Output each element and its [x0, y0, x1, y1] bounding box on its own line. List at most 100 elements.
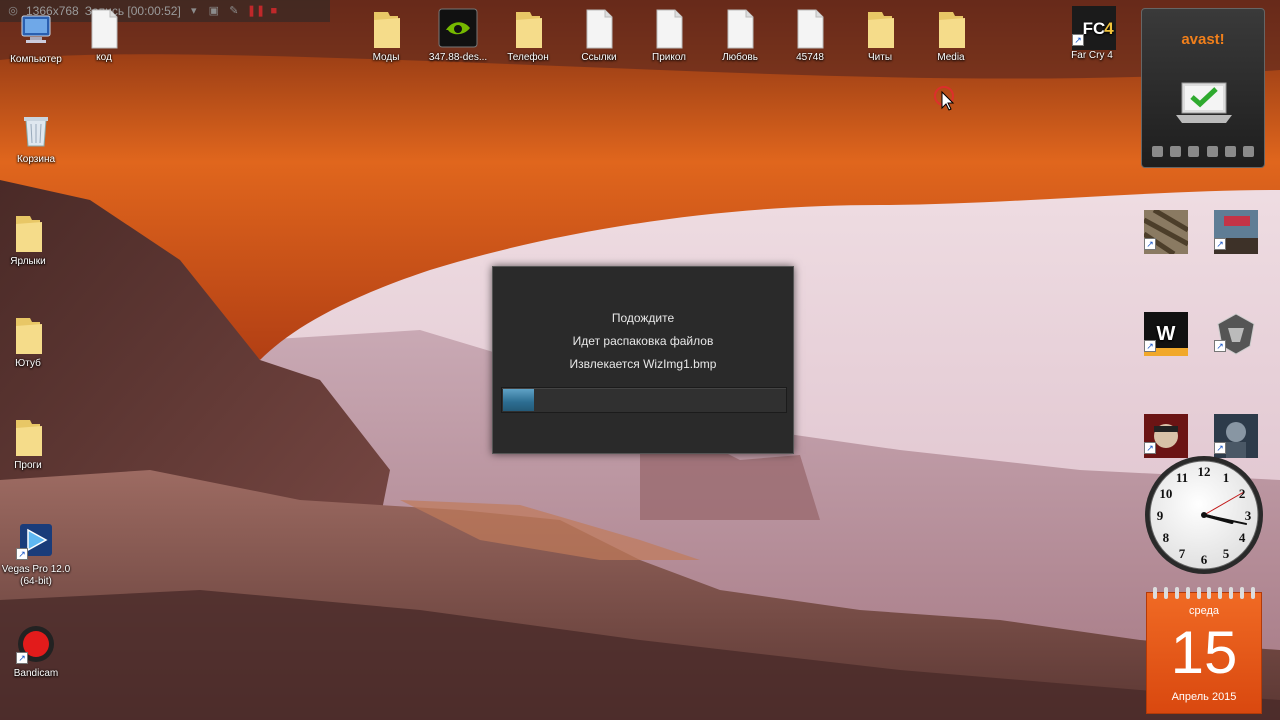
calendar-gadget[interactable]: среда 15 Апрель 2015	[1146, 587, 1262, 714]
desktop-icon-game-1[interactable]: ↗	[1128, 207, 1200, 257]
folder-icon	[8, 212, 48, 252]
icon-label: Телефон	[507, 52, 549, 63]
desktop-icon-far-cry-4[interactable]: FC 4 ↗ Far Cry 4	[1056, 6, 1128, 62]
rss-icon[interactable]	[1242, 146, 1254, 157]
desktop-icon-code[interactable]: код	[68, 8, 140, 64]
pause-icon[interactable]: ❚❚	[247, 4, 265, 18]
desktop-icon-vegas-pro[interactable]: ↗ Vegas Pro 12.0 (64-bit)	[0, 520, 72, 588]
desktop-icon-nvidia-driver[interactable]: 347.88-des...	[422, 8, 494, 64]
icon-label: Проги	[14, 460, 42, 471]
clock-gadget[interactable]: 121234567891011	[1143, 454, 1265, 576]
dialog-wait-text: Подождите	[611, 311, 675, 325]
icon-label: Bandicam	[13, 668, 59, 679]
twitter-icon[interactable]	[1206, 146, 1218, 157]
shortcut-arrow-icon: ↗	[1214, 442, 1226, 454]
svg-text:4: 4	[1104, 19, 1114, 38]
clock-number: 1	[1223, 470, 1230, 485]
desktop-icon-computer[interactable]: Компьютер	[0, 10, 72, 66]
soldier-game-icon: ↗	[1214, 414, 1258, 458]
desktop-icon-recycle-bin[interactable]: Корзина	[0, 110, 72, 166]
clock-number: 9	[1157, 508, 1164, 523]
clock-number: 7	[1179, 546, 1186, 561]
avast-gadget[interactable]: avast!	[1141, 8, 1265, 168]
icon-label: Компьютер	[10, 54, 62, 65]
desktop-icon-links[interactable]: Ссылки	[563, 8, 635, 64]
dropdown-icon[interactable]: ▾	[187, 4, 201, 18]
desktop-icon-joke[interactable]: Прикол	[633, 8, 705, 64]
shortcut-arrow-icon: ↗	[1144, 238, 1156, 250]
refresh-icon[interactable]	[1188, 146, 1200, 157]
game-emblem-icon: ↗	[1214, 312, 1255, 355]
document-icon	[790, 8, 830, 49]
avast-logo: avast!	[1142, 31, 1264, 48]
clock-number: 10	[1159, 486, 1172, 501]
icon-label: Ютуб	[15, 358, 41, 369]
folder-icon	[860, 8, 900, 48]
dialog-status-text: Идет распаковка файлов	[572, 334, 714, 348]
desktop-icon-folder-phone[interactable]: Телефон	[492, 8, 564, 64]
progress-fill	[503, 389, 534, 411]
svg-text:W: W	[1157, 323, 1176, 345]
pencil-icon[interactable]: ✎	[227, 4, 241, 18]
vegas-pro-icon: ↗	[16, 520, 56, 560]
document-icon	[84, 8, 124, 49]
extraction-dialog: Подождите Идет распаковка файлов Извлека…	[492, 266, 794, 454]
clock-number: 11	[1176, 470, 1188, 485]
homefront-icon: ↗	[1144, 414, 1188, 458]
desktop-icon-bandicam[interactable]: ↗ Bandicam	[0, 624, 72, 680]
document-icon	[579, 8, 619, 49]
recycle-bin-icon	[16, 110, 56, 150]
folder-icon	[508, 8, 548, 48]
icon-label: код	[96, 52, 112, 63]
icon-label: Far Cry 4	[1071, 50, 1113, 61]
desktop-icon-folder-youtube[interactable]: Ютуб	[0, 314, 64, 370]
desktop-icon-folder-cheats[interactable]: Читы	[844, 8, 916, 64]
desktop-icon-game-4[interactable]: ↗	[1198, 312, 1270, 356]
clock-number: 3	[1245, 508, 1252, 523]
clock-number: 4	[1239, 530, 1246, 545]
icon-label: 45748	[796, 52, 824, 63]
desktop-icon-45748[interactable]: 45748	[774, 8, 846, 64]
shortcut-arrow-icon: ↗	[1144, 442, 1156, 454]
settings-icon[interactable]	[1170, 146, 1182, 157]
icon-label: Ссылки	[581, 52, 617, 63]
icon-label: Моды	[372, 52, 400, 63]
desktop-icon-folder-media[interactable]: Media	[915, 8, 987, 64]
computer-icon	[16, 10, 56, 50]
calendar-day: 15	[1170, 619, 1238, 686]
dialog-file-text: Извлекается WizImg1.bmp	[569, 357, 717, 371]
desktop-icon-game-5[interactable]: ↗	[1128, 414, 1200, 458]
icon-label: Любовь	[722, 52, 758, 63]
calendar-month-year: Апрель 2015	[1171, 691, 1237, 703]
window-icon[interactable]	[1152, 146, 1163, 157]
game-thumbnail-icon: ↗	[1142, 207, 1190, 257]
icon-label: Корзина	[16, 154, 56, 165]
shortcut-arrow-icon: ↗	[1072, 34, 1084, 46]
desktop-icon-love[interactable]: Любовь	[704, 8, 776, 64]
svg-text:FC: FC	[1083, 19, 1106, 38]
mouse-cursor-icon	[934, 86, 955, 111]
just-cause-icon: ↗	[1214, 210, 1258, 254]
nvidia-icon	[438, 8, 478, 48]
desktop-icon-game-3[interactable]: W ↗	[1128, 312, 1200, 356]
desktop-icon-game-6[interactable]: ↗	[1198, 414, 1270, 458]
laptop-check-icon	[1176, 82, 1232, 123]
stop-icon[interactable]: ■	[267, 4, 281, 18]
desktop-icon-folder-programs[interactable]: Проги	[0, 416, 64, 472]
folder-icon	[8, 314, 48, 354]
document-icon	[649, 8, 689, 49]
desktop-icon-folder-shortcuts[interactable]: Ярлыки	[0, 212, 64, 268]
desktop-icon-folder-mods[interactable]: Моды	[350, 8, 422, 64]
shortcut-arrow-icon: ↗	[16, 548, 28, 560]
desktop-icon-game-2[interactable]: ↗	[1198, 210, 1270, 254]
screenshot-icon[interactable]: ▣	[207, 4, 221, 18]
clock-number: 12	[1198, 464, 1211, 479]
folder-icon	[931, 8, 971, 48]
shortcut-arrow-icon: ↗	[1144, 340, 1156, 352]
shortcut-arrow-icon: ↗	[1214, 340, 1226, 352]
clock-number: 5	[1223, 546, 1230, 561]
avast-brand: avast!	[1181, 31, 1225, 48]
shortcut-arrow-icon: ↗	[16, 652, 28, 664]
facebook-icon[interactable]	[1224, 146, 1236, 157]
far-cry-4-icon: FC 4 ↗	[1072, 6, 1116, 50]
